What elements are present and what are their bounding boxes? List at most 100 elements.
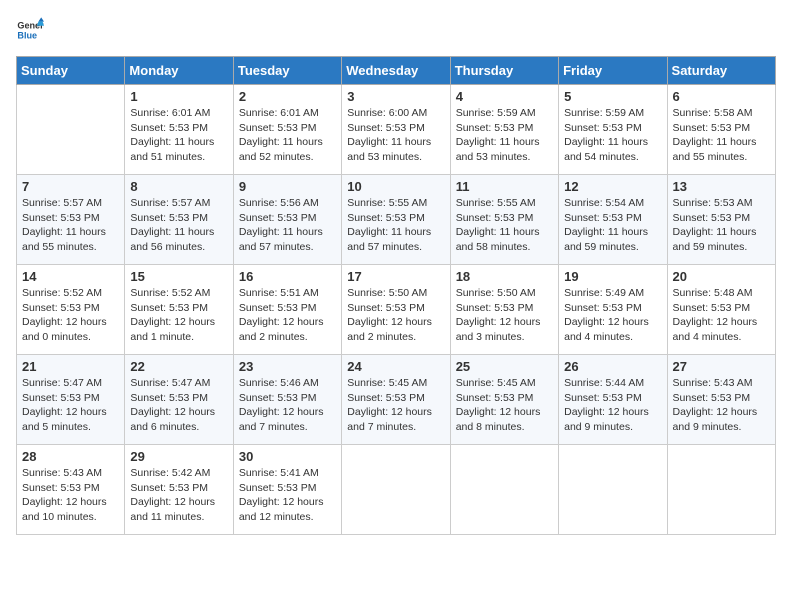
- calendar-cell: 2Sunrise: 6:01 AMSunset: 5:53 PMDaylight…: [233, 85, 341, 175]
- day-number: 24: [347, 359, 444, 374]
- calendar-cell: 6 Sunrise: 5:58 AMSunset: 5:53 PMDaylight…: [667, 85, 775, 175]
- calendar-cell: 17 Sunrise: 5:50 AMSunset: 5:53 PMDayligh…: [342, 265, 450, 355]
- day-info: Sunrise: 5:57 AMSunset: 5:53 PMDaylight:…: [130, 196, 227, 255]
- calendar-cell: [17, 85, 125, 175]
- day-info: Sunrise: 5:47 AMSunset: 5:53 PMDaylight:…: [22, 376, 119, 435]
- day-info: Sunrise: 5:56 AMSunset: 5:53 PMDaylight:…: [239, 196, 336, 255]
- header-sunday: Sunday: [17, 57, 125, 85]
- day-number: 28: [22, 449, 119, 464]
- calendar-week-row: 7 Sunrise: 5:57 AMSunset: 5:53 PMDaylight…: [17, 175, 776, 265]
- day-number: 6: [673, 89, 770, 104]
- svg-text:Blue: Blue: [17, 30, 37, 40]
- day-info: Sunrise: 5:47 AMSunset: 5:53 PMDaylight:…: [130, 376, 227, 435]
- calendar-cell: 30 Sunrise: 5:41 AMSunset: 5:53 PMDayligh…: [233, 445, 341, 535]
- day-info: Sunrise: 5:48 AMSunset: 5:53 PMDaylight:…: [673, 286, 770, 345]
- calendar-cell: 15Sunrise: 5:52 AMSunset: 5:53 PMDayligh…: [125, 265, 233, 355]
- day-info: Sunrise: 5:43 AMSunset: 5:53 PMDaylight:…: [22, 466, 119, 525]
- header-thursday: Thursday: [450, 57, 558, 85]
- day-info: Sunrise: 5:51 AMSunset: 5:53 PMDaylight:…: [239, 286, 336, 345]
- day-info: Sunrise: 6:00 AMSunset: 5:53 PMDaylight:…: [347, 106, 444, 165]
- day-info: Sunrise: 5:45 AMSunset: 5:53 PMDaylight:…: [347, 376, 444, 435]
- calendar-cell: 22 Sunrise: 5:47 AMSunset: 5:53 PMDayligh…: [125, 355, 233, 445]
- day-number: 29: [130, 449, 227, 464]
- day-info: Sunrise: 5:50 AMSunset: 5:53 PMDaylight:…: [347, 286, 444, 345]
- calendar-cell: 27 Sunrise: 5:43 AMSunset: 5:53 PMDayligh…: [667, 355, 775, 445]
- calendar-week-row: 21 Sunrise: 5:47 AMSunset: 5:53 PMDayligh…: [17, 355, 776, 445]
- calendar-week-row: 1 Sunrise: 6:01 AMSunset: 5:53 PMDaylight…: [17, 85, 776, 175]
- calendar-cell: [559, 445, 667, 535]
- calendar-cell: 11 Sunrise: 5:55 AMSunset: 5:53 PMDayligh…: [450, 175, 558, 265]
- day-info: Sunrise: 5:49 AMSunset: 5:53 PMDaylight:…: [564, 286, 661, 345]
- header-tuesday: Tuesday: [233, 57, 341, 85]
- logo-icon: General Blue: [16, 16, 44, 44]
- page-header: General Blue: [16, 16, 776, 44]
- header-saturday: Saturday: [667, 57, 775, 85]
- calendar-cell: 19Sunrise: 5:49 AMSunset: 5:53 PMDayligh…: [559, 265, 667, 355]
- day-info: Sunrise: 5:43 AMSunset: 5:53 PMDaylight:…: [673, 376, 770, 435]
- calendar-cell: 16 Sunrise: 5:51 AMSunset: 5:53 PMDayligh…: [233, 265, 341, 355]
- header-friday: Friday: [559, 57, 667, 85]
- day-number: 10: [347, 179, 444, 194]
- day-number: 3: [347, 89, 444, 104]
- calendar-cell: 5 Sunrise: 5:59 AMSunset: 5:53 PMDaylight…: [559, 85, 667, 175]
- day-number: 13: [673, 179, 770, 194]
- calendar-cell: 1 Sunrise: 6:01 AMSunset: 5:53 PMDaylight…: [125, 85, 233, 175]
- day-info: Sunrise: 5:55 AMSunset: 5:53 PMDaylight:…: [456, 196, 553, 255]
- day-info: Sunrise: 5:59 AMSunset: 5:53 PMDaylight:…: [456, 106, 553, 165]
- calendar-cell: [667, 445, 775, 535]
- calendar-cell: 4 Sunrise: 5:59 AMSunset: 5:53 PMDaylight…: [450, 85, 558, 175]
- calendar-cell: 8 Sunrise: 5:57 AMSunset: 5:53 PMDaylight…: [125, 175, 233, 265]
- calendar-cell: [342, 445, 450, 535]
- day-number: 7: [22, 179, 119, 194]
- calendar-cell: 14Sunrise: 5:52 AMSunset: 5:53 PMDayligh…: [17, 265, 125, 355]
- day-info: Sunrise: 5:42 AMSunset: 5:53 PMDaylight:…: [130, 466, 227, 525]
- day-info: Sunrise: 5:46 AMSunset: 5:53 PMDaylight:…: [239, 376, 336, 435]
- calendar-cell: [450, 445, 558, 535]
- calendar-cell: 24 Sunrise: 5:45 AMSunset: 5:53 PMDayligh…: [342, 355, 450, 445]
- day-info: Sunrise: 6:01 AMSunset: 5:53 PMDaylight:…: [239, 106, 336, 165]
- day-number: 15: [130, 269, 227, 284]
- day-number: 21: [22, 359, 119, 374]
- day-info: Sunrise: 5:58 AMSunset: 5:53 PMDaylight:…: [673, 106, 770, 165]
- day-info: Sunrise: 5:41 AMSunset: 5:53 PMDaylight:…: [239, 466, 336, 525]
- day-number: 16: [239, 269, 336, 284]
- day-info: Sunrise: 5:59 AMSunset: 5:53 PMDaylight:…: [564, 106, 661, 165]
- day-number: 12: [564, 179, 661, 194]
- calendar-cell: 25 Sunrise: 5:45 AMSunset: 5:53 PMDayligh…: [450, 355, 558, 445]
- calendar-cell: 20 Sunrise: 5:48 AMSunset: 5:53 PMDayligh…: [667, 265, 775, 355]
- header-monday: Monday: [125, 57, 233, 85]
- day-number: 8: [130, 179, 227, 194]
- calendar-cell: 26Sunrise: 5:44 AMSunset: 5:53 PMDayligh…: [559, 355, 667, 445]
- calendar-cell: 12Sunrise: 5:54 AMSunset: 5:53 PMDayligh…: [559, 175, 667, 265]
- day-number: 26: [564, 359, 661, 374]
- day-number: 1: [130, 89, 227, 104]
- day-info: Sunrise: 5:53 AMSunset: 5:53 PMDaylight:…: [673, 196, 770, 255]
- day-number: 4: [456, 89, 553, 104]
- day-number: 20: [673, 269, 770, 284]
- day-number: 27: [673, 359, 770, 374]
- calendar-cell: 10 Sunrise: 5:55 AMSunset: 5:53 PMDayligh…: [342, 175, 450, 265]
- calendar-cell: 29 Sunrise: 5:42 AMSunset: 5:53 PMDayligh…: [125, 445, 233, 535]
- day-info: Sunrise: 6:01 AMSunset: 5:53 PMDaylight:…: [130, 106, 227, 165]
- day-info: Sunrise: 5:45 AMSunset: 5:53 PMDaylight:…: [456, 376, 553, 435]
- day-number: 18: [456, 269, 553, 284]
- day-number: 22: [130, 359, 227, 374]
- logo: General Blue: [16, 16, 44, 44]
- day-number: 25: [456, 359, 553, 374]
- day-number: 11: [456, 179, 553, 194]
- day-number: 30: [239, 449, 336, 464]
- day-number: 17: [347, 269, 444, 284]
- day-number: 23: [239, 359, 336, 374]
- calendar-cell: 13 Sunrise: 5:53 AMSunset: 5:53 PMDayligh…: [667, 175, 775, 265]
- day-number: 9: [239, 179, 336, 194]
- calendar-cell: 9 Sunrise: 5:56 AMSunset: 5:53 PMDaylight…: [233, 175, 341, 265]
- calendar-table: SundayMondayTuesdayWednesdayThursdayFrid…: [16, 56, 776, 535]
- day-info: Sunrise: 5:57 AMSunset: 5:53 PMDaylight:…: [22, 196, 119, 255]
- calendar-cell: 21 Sunrise: 5:47 AMSunset: 5:53 PMDayligh…: [17, 355, 125, 445]
- header-wednesday: Wednesday: [342, 57, 450, 85]
- day-number: 14: [22, 269, 119, 284]
- calendar-cell: 23 Sunrise: 5:46 AMSunset: 5:53 PMDayligh…: [233, 355, 341, 445]
- day-number: 5: [564, 89, 661, 104]
- day-info: Sunrise: 5:55 AMSunset: 5:53 PMDaylight:…: [347, 196, 444, 255]
- calendar-header-row: SundayMondayTuesdayWednesdayThursdayFrid…: [17, 57, 776, 85]
